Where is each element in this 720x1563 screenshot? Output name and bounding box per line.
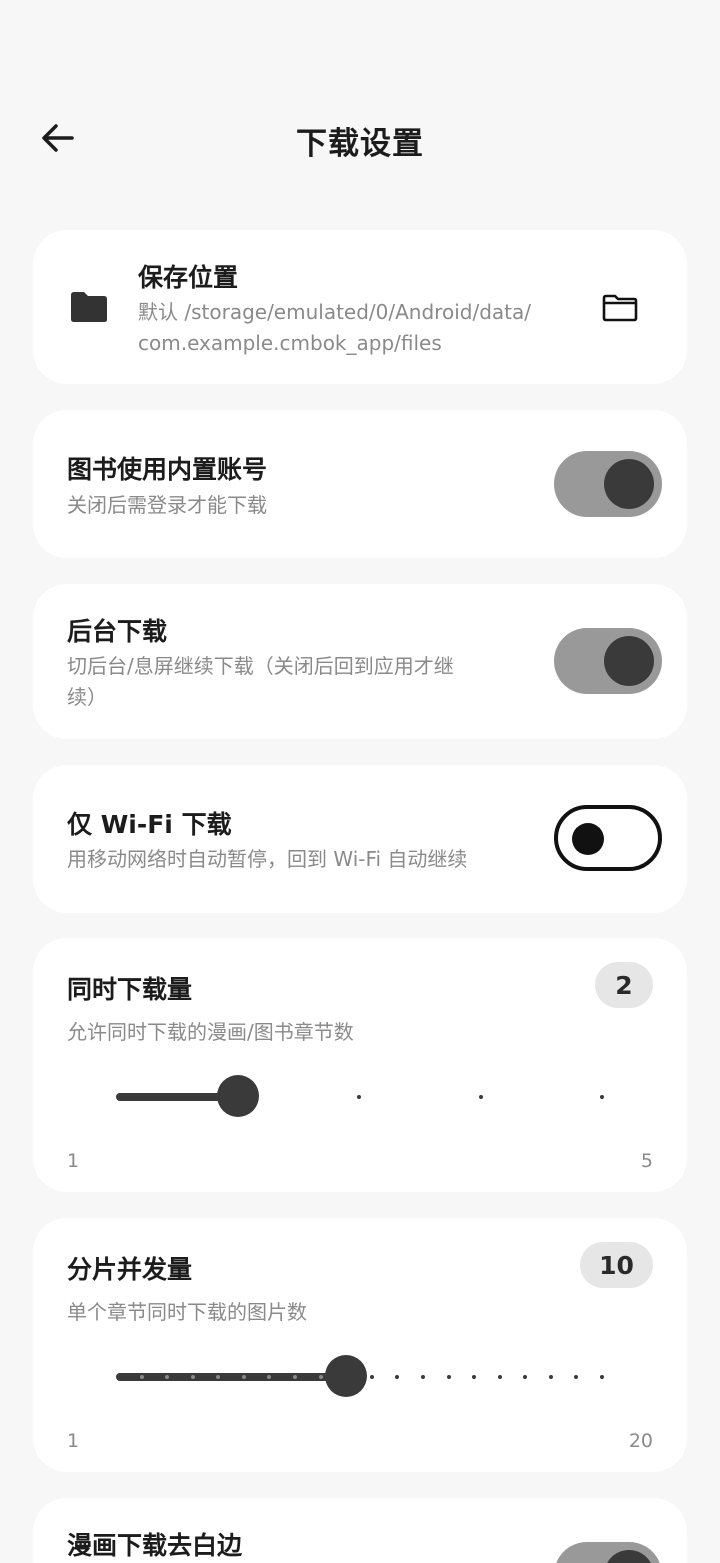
chunk-concurrency-title: 分片并发量 bbox=[67, 1255, 193, 1284]
concurrent-downloads-slider-tick bbox=[357, 1095, 361, 1099]
chunk-concurrency-slider[interactable] bbox=[116, 1355, 604, 1399]
chunk-concurrency-slider-tick bbox=[190, 1375, 195, 1379]
choose-folder-button[interactable] bbox=[599, 288, 641, 328]
chunk-concurrency-slider-tick bbox=[472, 1375, 477, 1379]
chunk-concurrency-subtitle: 单个章节同时下载的图片数 bbox=[67, 1300, 307, 1324]
wifi-only-toggle[interactable] bbox=[554, 805, 662, 871]
save-location-path-line2: com.example.cmbok_app/files bbox=[138, 331, 442, 355]
chunk-concurrency-slider-tick bbox=[395, 1375, 400, 1379]
trim-whitespace-card: 漫画下载去白边 bbox=[33, 1498, 687, 1563]
save-location-card[interactable]: 保存位置 默认 /storage/emulated/0/Android/data… bbox=[33, 230, 687, 384]
concurrent-downloads-value-badge: 2 bbox=[595, 962, 653, 1008]
background-download-subtitle-line2: 续） bbox=[67, 685, 107, 709]
page-title: 下载设置 bbox=[296, 126, 424, 162]
chunk-concurrency-slider-tick bbox=[446, 1375, 451, 1379]
concurrent-downloads-slider-tick bbox=[600, 1095, 604, 1099]
concurrent-downloads-slider[interactable] bbox=[116, 1075, 604, 1119]
chunk-concurrency-slider-tick bbox=[369, 1375, 374, 1379]
chunk-concurrency-slider-active-track bbox=[116, 1373, 347, 1381]
chunk-concurrency-min-label: 1 bbox=[67, 1430, 80, 1452]
builtin-account-toggle[interactable] bbox=[554, 451, 662, 517]
chunk-concurrency-card: 分片并发量 10 单个章节同时下载的图片数 1 20 bbox=[33, 1218, 687, 1472]
concurrent-downloads-min-label: 1 bbox=[67, 1150, 80, 1172]
concurrent-downloads-max-label: 5 bbox=[640, 1150, 653, 1172]
chunk-concurrency-slider-tick bbox=[420, 1375, 425, 1379]
chunk-concurrency-slider-tick bbox=[574, 1375, 579, 1379]
wifi-only-subtitle: 用移动网络时自动暂停，回到 Wi-Fi 自动继续 bbox=[67, 847, 468, 871]
chunk-concurrency-slider-tick bbox=[497, 1375, 502, 1379]
chunk-concurrency-slider-tick bbox=[600, 1375, 604, 1379]
chunk-concurrency-slider-thumb[interactable] bbox=[325, 1355, 368, 1397]
save-location-title: 保存位置 bbox=[138, 263, 239, 292]
toggle-knob bbox=[604, 459, 654, 509]
builtin-account-subtitle: 关闭后需登录才能下载 bbox=[67, 493, 267, 517]
toggle-knob bbox=[604, 636, 654, 686]
background-download-card: 后台下载 切后台/息屏继续下载（关闭后回到应用才继 续） bbox=[33, 584, 687, 739]
toggle-knob bbox=[572, 823, 604, 855]
toggle-knob bbox=[604, 1550, 654, 1563]
background-download-toggle[interactable] bbox=[554, 628, 662, 694]
concurrent-downloads-subtitle: 允许同时下载的漫画/图书章节数 bbox=[67, 1020, 354, 1044]
trim-whitespace-toggle[interactable] bbox=[554, 1542, 662, 1563]
concurrent-downloads-title: 同时下载量 bbox=[67, 975, 193, 1004]
concurrent-downloads-slider-thumb[interactable] bbox=[216, 1075, 259, 1117]
chunk-concurrency-value-badge: 10 bbox=[580, 1242, 653, 1288]
save-location-path-line1: 默认 /storage/emulated/0/Android/data/ bbox=[138, 300, 531, 324]
background-download-title: 后台下载 bbox=[67, 617, 168, 646]
app-bar: 下载设置 bbox=[0, 100, 720, 176]
wifi-only-title: 仅 Wi-Fi 下载 bbox=[67, 810, 232, 839]
folder-icon bbox=[71, 292, 107, 322]
background-download-subtitle-line1: 切后台/息屏继续下载（关闭后回到应用才继 bbox=[67, 654, 454, 678]
folder-outline-icon bbox=[602, 294, 638, 322]
concurrent-downloads-slider-tick bbox=[478, 1095, 483, 1099]
chunk-concurrency-slider-tick bbox=[548, 1375, 553, 1379]
chunk-concurrency-max-label: 20 bbox=[628, 1430, 653, 1452]
chunk-concurrency-slider-tick bbox=[241, 1375, 246, 1379]
builtin-account-title: 图书使用内置账号 bbox=[67, 455, 268, 484]
trim-whitespace-title: 漫画下载去白边 bbox=[67, 1531, 243, 1560]
chunk-concurrency-slider-tick bbox=[523, 1375, 528, 1379]
chunk-concurrency-slider-tick bbox=[318, 1375, 323, 1379]
wifi-only-card: 仅 Wi-Fi 下载 用移动网络时自动暂停，回到 Wi-Fi 自动继续 bbox=[33, 765, 687, 913]
builtin-account-card: 图书使用内置账号 关闭后需登录才能下载 bbox=[33, 410, 687, 558]
chunk-concurrency-slider-tick bbox=[139, 1375, 144, 1379]
concurrent-downloads-card: 同时下载量 2 允许同时下载的漫画/图书章节数 1 5 bbox=[33, 938, 687, 1192]
